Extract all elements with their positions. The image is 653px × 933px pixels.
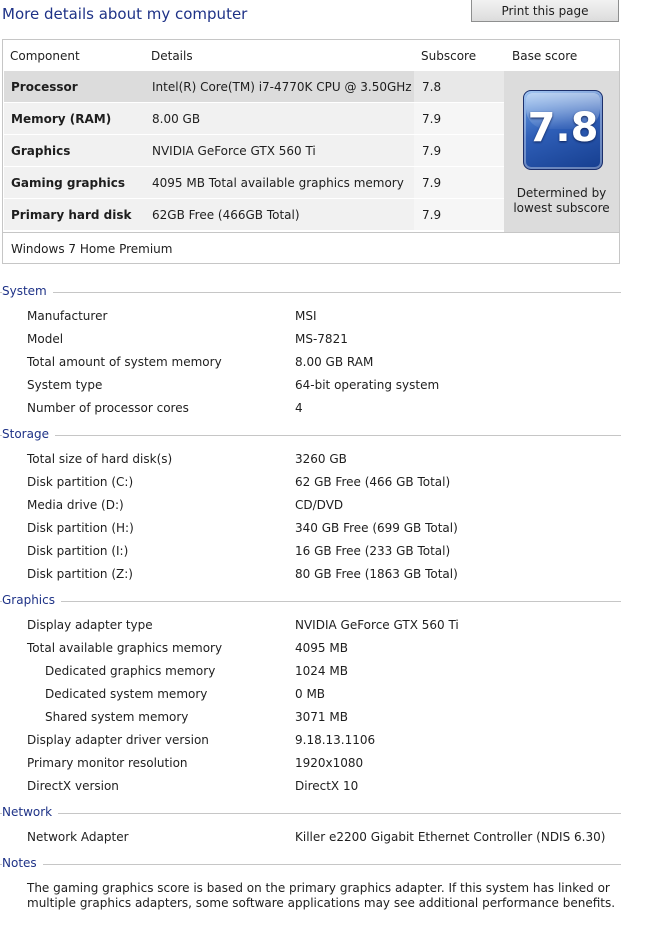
detail-key: Manufacturer [27,309,108,323]
section-notes: Notes [0,856,621,872]
detail-value: 3260 GB [295,452,347,466]
detail-key: Network Adapter [27,830,129,844]
section-system: System [0,284,621,300]
detail-value: 62 GB Free (466 GB Total) [295,475,451,489]
notes-text: The gaming graphics score is based on th… [27,881,616,910]
component-details: 8.00 GB [152,112,201,126]
detail-key: Dedicated system memory [45,687,208,701]
section-graphics: Graphics [0,593,621,609]
section-network: Network [0,805,621,821]
component-subscore: 7.8 [422,80,442,94]
detail-key: Shared system memory [45,710,189,724]
base-score-panel: 7.8 Determined by lowest subscore [504,71,619,232]
section-title: Graphics [2,593,61,607]
detail-value: Killer e2200 Gigabit Ethernet Controller… [295,830,606,844]
detail-key: Primary monitor resolution [27,756,188,770]
detail-key: Display adapter driver version [27,733,209,747]
component-name: Gaming graphics [11,176,125,190]
detail-value: 64-bit operating system [295,378,440,392]
detail-key: Total size of hard disk(s) [27,452,173,466]
detail-value: MS-7821 [295,332,348,346]
detail-value: NVIDIA GeForce GTX 560 Ti [295,618,459,632]
detail-key: Dedicated graphics memory [45,664,216,678]
detail-value: 16 GB Free (233 GB Total) [295,544,451,558]
os-edition: Windows 7 Home Premium [11,242,173,256]
component-name: Primary hard disk [11,208,132,222]
detail-key: Number of processor cores [27,401,189,415]
base-score-caption: Determined by lowest subscore [504,186,619,216]
base-score-badge-icon: 7.8 [523,90,603,170]
detail-value: 1920x1080 [295,756,364,770]
component-subscore: 7.9 [422,112,442,126]
score-table: Component Details Subscore Base score Pr… [2,39,620,264]
print-button[interactable]: Print this page [471,0,619,22]
detail-value: 340 GB Free (699 GB Total) [295,521,458,535]
detail-value: CD/DVD [295,498,344,512]
component-subscore: 7.9 [422,144,442,158]
section-title: Network [2,805,59,819]
component-name: Processor [11,80,78,94]
detail-value: 4 [295,401,303,415]
page-title: More details about my computer [2,5,248,23]
column-header-base-score: Base score [512,49,578,63]
detail-value: 4095 MB [295,641,348,655]
component-name: Graphics [11,144,71,158]
detail-value: 0 MB [295,687,326,701]
base-score-value: 7.8 [527,105,599,151]
score-row-graphics: Graphics NVIDIA GeForce GTX 560 Ti 7.9 [4,135,504,166]
detail-key: System type [27,378,103,392]
detail-value: 3071 MB [295,710,348,724]
detail-key: Disk partition (I:) [27,544,129,558]
section-title: Notes [2,856,43,870]
component-details: Intel(R) Core(TM) i7-4770K CPU @ 3.50GHz [152,80,412,94]
column-header-details: Details [151,49,193,63]
component-name: Memory (RAM) [11,112,112,126]
detail-value: DirectX 10 [295,779,359,793]
detail-key: Display adapter type [27,618,153,632]
detail-key: Disk partition (Z:) [27,567,133,581]
detail-value: 1024 MB [295,664,348,678]
component-subscore: 7.9 [422,176,442,190]
detail-value: 8.00 GB RAM [295,355,374,369]
detail-key: Disk partition (H:) [27,521,134,535]
detail-key: Total amount of system memory [27,355,222,369]
detail-key: Model [27,332,64,346]
score-row-memory: Memory (RAM) 8.00 GB 7.9 [4,103,504,134]
caption-line: Determined by [516,186,607,200]
column-header-component: Component [10,49,80,63]
detail-value: MSI [295,309,317,323]
caption-line: lowest subscore [513,201,610,215]
detail-key: Disk partition (C:) [27,475,134,489]
column-header-subscore: Subscore [421,49,477,63]
component-details: 4095 MB Total available graphics memory [152,176,404,190]
detail-value: 9.18.13.1106 [295,733,376,747]
section-storage: Storage [0,427,621,443]
detail-key: Media drive (D:) [27,498,124,512]
score-row-gaming-graphics: Gaming graphics 4095 MB Total available … [4,167,504,198]
detail-key: Total available graphics memory [27,641,223,655]
component-details: NVIDIA GeForce GTX 560 Ti [152,144,316,158]
detail-value: 80 GB Free (1863 GB Total) [295,567,458,581]
section-title: Storage [2,427,55,441]
score-row-hard-disk: Primary hard disk 62GB Free (466GB Total… [4,199,504,230]
score-row-processor: Processor Intel(R) Core(TM) i7-4770K CPU… [4,71,504,102]
section-title: System [2,284,53,298]
detail-key: DirectX version [27,779,119,793]
component-details: 62GB Free (466GB Total) [152,208,300,222]
component-subscore: 7.9 [422,208,442,222]
